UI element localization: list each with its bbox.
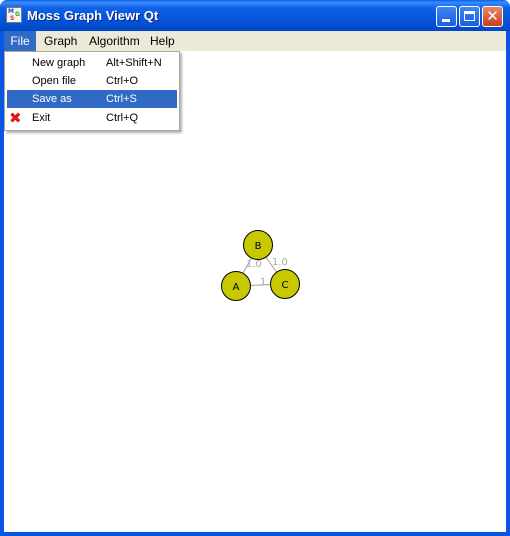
close-button[interactable]: ✕ xyxy=(482,6,503,27)
menu-item-label: New graph xyxy=(32,57,86,69)
app-icon-letter: G xyxy=(15,11,20,18)
app-icon[interactable]: M G S xyxy=(6,7,22,23)
title-bar[interactable]: M G S Moss Graph Viewr Qt ✕ xyxy=(0,0,510,31)
app-icon-letter: M xyxy=(8,8,14,15)
app-icon-letter: S xyxy=(10,15,15,22)
red-x-icon: ✖ xyxy=(9,109,22,127)
maximize-icon xyxy=(464,11,475,21)
menu-item-new-graph[interactable]: New graph Alt+Shift+N xyxy=(7,54,177,72)
menu-item-shortcut: Ctrl+S xyxy=(106,93,137,105)
menu-item-save-as[interactable]: Save as Ctrl+S xyxy=(7,90,177,108)
close-icon: ✕ xyxy=(486,7,499,25)
menu-item-label: Exit xyxy=(32,112,51,124)
menu-item-label: Open file xyxy=(32,75,77,87)
node-label-a: A xyxy=(233,282,240,293)
menu-file[interactable]: File xyxy=(4,31,36,51)
edge-weight-a-b: 1.0 xyxy=(246,259,262,270)
edge-weight-b-c: 1.0 xyxy=(272,257,288,268)
node-label-b: B xyxy=(255,241,262,252)
menu-algorithm[interactable]: Algorithm xyxy=(89,31,140,51)
menu-item-shortcut: Alt+Shift+N xyxy=(106,57,162,69)
minimize-button[interactable] xyxy=(436,6,457,27)
app-window: M G S Moss Graph Viewr Qt ✕ File Graph A… xyxy=(0,0,510,536)
file-menu-dropdown: New graph Alt+Shift+N Open file Ctrl+O S… xyxy=(4,51,180,131)
edge-weight-a-c: 1. xyxy=(260,277,270,288)
menu-graph[interactable]: Graph xyxy=(44,31,77,51)
window-title: Moss Graph Viewr Qt xyxy=(27,8,159,23)
menu-item-shortcut: Ctrl+O xyxy=(106,75,139,87)
menu-item-label: Save as xyxy=(32,93,72,105)
menu-help[interactable]: Help xyxy=(150,31,175,51)
menu-item-shortcut: Ctrl+Q xyxy=(106,112,139,124)
node-label-c: C xyxy=(282,280,289,291)
minimize-icon xyxy=(442,19,450,22)
maximize-button[interactable] xyxy=(459,6,480,27)
menu-item-open-file[interactable]: Open file Ctrl+O xyxy=(7,72,177,90)
menu-item-exit[interactable]: ✖ Exit Ctrl+Q xyxy=(7,109,177,127)
menu-bar: File Graph Algorithm Help xyxy=(4,31,506,51)
